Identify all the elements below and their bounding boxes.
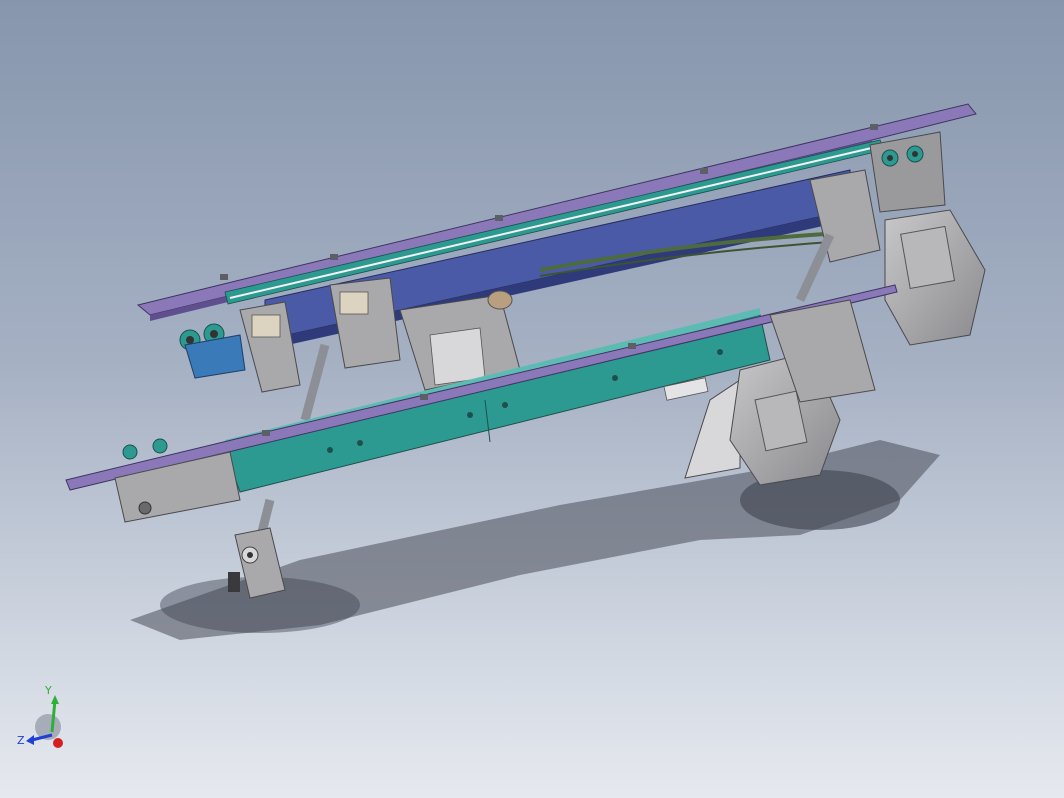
cad-viewport[interactable]: Y Z bbox=[0, 0, 1064, 798]
z-axis-label: Z bbox=[17, 734, 25, 747]
y-axis-arrowhead bbox=[51, 695, 59, 704]
z-axis-arrowhead bbox=[26, 735, 34, 745]
x-axis-marker bbox=[53, 738, 63, 748]
coordinate-triad[interactable]: Y Z bbox=[17, 684, 63, 748]
front-left-lower-assembly[interactable] bbox=[228, 527, 286, 599]
y-axis-label: Y bbox=[44, 684, 52, 697]
cad-model-canvas[interactable]: Y Z bbox=[0, 0, 1064, 798]
